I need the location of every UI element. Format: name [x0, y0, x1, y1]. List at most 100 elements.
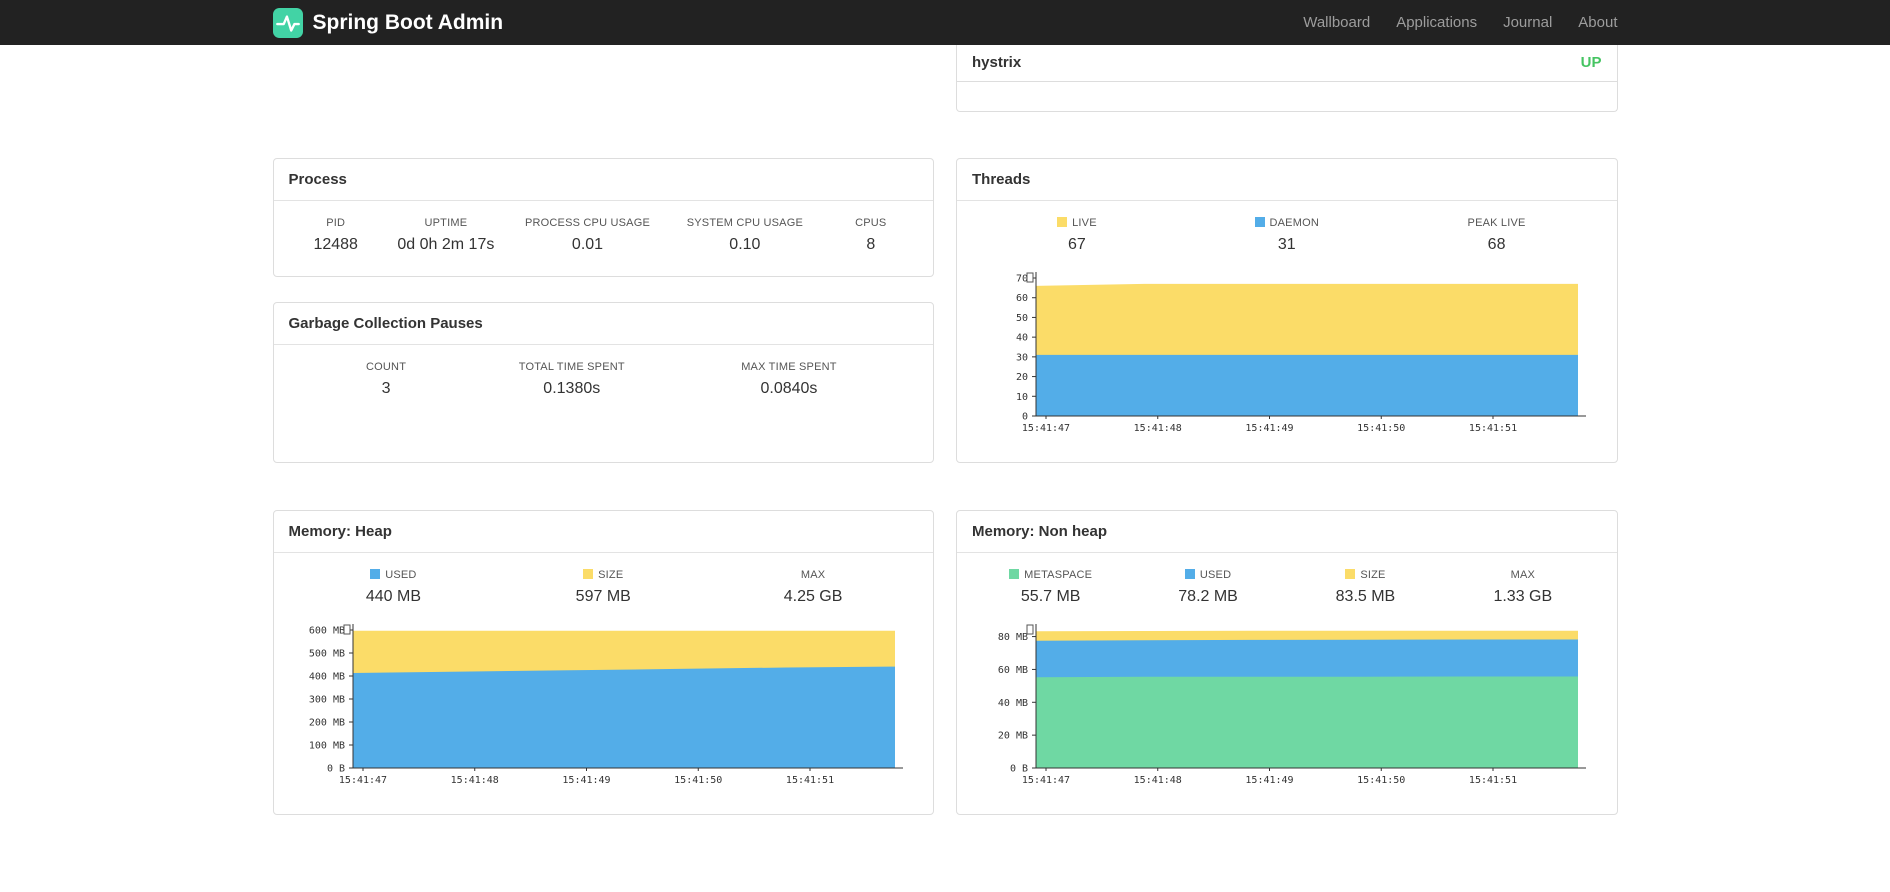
applications-panel-fragment: hystrix UP [956, 45, 1618, 112]
legend-label: USED [1199, 569, 1232, 581]
svg-text:15:41:48: 15:41:48 [1134, 423, 1182, 434]
stat-gc-total-time: TOTAL TIME SPENT 0.1380s [484, 361, 660, 398]
legend-label: DAEMON [1269, 217, 1319, 229]
legend-label: SIZE [598, 569, 624, 581]
application-row-hystrix[interactable]: hystrix UP [957, 45, 1617, 82]
left-column: Process PID 12488 UPTIME 0d 0h 2m 17s PR… [272, 158, 934, 463]
legend-color-swatch [1345, 569, 1356, 579]
main-content: hystrix UP Process PID 12488 UPTIME 0d 0… [272, 45, 1618, 815]
threads-legend: LIVE 67 DAEMON 31 PEAK LIVE 68 [972, 217, 1602, 254]
stat-value: 0.0840s [760, 380, 818, 397]
stat-value: 3 [381, 380, 391, 397]
svg-text:60: 60 [1016, 293, 1028, 304]
nonheap-legend: METASPACE 55.7 MB USED 78.2 MB SIZE 83.5… [972, 569, 1602, 606]
brand-title: Spring Boot Admin [312, 10, 504, 34]
gc-stats: COUNT 3 TOTAL TIME SPENT 0.1380s MAX TIM… [289, 361, 919, 398]
svg-text:50: 50 [1016, 313, 1028, 324]
legend-color-swatch [1254, 217, 1265, 227]
stat-label: MAX TIME SPENT [741, 361, 837, 373]
svg-text:20 MB: 20 MB [998, 731, 1028, 742]
legend-label: PEAK LIVE [1467, 217, 1526, 229]
brand-link[interactable]: Spring Boot Admin [272, 7, 504, 38]
nav-links: Wallboard Applications Journal About [1290, 14, 1617, 31]
svg-text:300 MB: 300 MB [308, 695, 344, 706]
nav-item-wallboard[interactable]: Wallboard [1290, 14, 1383, 31]
stat-gc-max-time: MAX TIME SPENT 0.0840s [660, 361, 918, 398]
svg-text:15:41:49: 15:41:49 [1245, 423, 1293, 434]
svg-text:15:41:51: 15:41:51 [1469, 423, 1517, 434]
stat-label: TOTAL TIME SPENT [518, 361, 625, 373]
nav-item-about[interactable]: About [1565, 14, 1617, 31]
svg-text:400 MB: 400 MB [308, 672, 344, 683]
stat-value: 12488 [313, 236, 358, 253]
heap-panel: Memory: Heap USED 440 MB SIZE 597 MB MAX… [272, 510, 934, 815]
stat-label: COUNT [366, 361, 407, 373]
stat-value: 8 [866, 236, 876, 253]
stat-value: 0.01 [571, 236, 604, 253]
legend-value: 4.25 GB [783, 588, 843, 605]
stat-label: UPTIME [424, 217, 468, 229]
legend-label: MAX [800, 569, 826, 581]
svg-text:40: 40 [1016, 333, 1028, 344]
legend-color-swatch [370, 569, 381, 579]
svg-text:40 MB: 40 MB [998, 698, 1028, 709]
svg-text:10: 10 [1016, 392, 1028, 403]
svg-text:15:41:49: 15:41:49 [562, 775, 610, 786]
legend-label: SIZE [1360, 569, 1386, 581]
stat-label: PROCESS CPU USAGE [524, 217, 651, 229]
gc-panel-title: Garbage Collection Pauses [273, 303, 933, 345]
legend-value: 67 [1068, 236, 1086, 253]
stat-value: 0.10 [729, 236, 761, 253]
svg-text:15:41:50: 15:41:50 [674, 775, 722, 786]
legend-color-swatch [1184, 569, 1195, 579]
nav-item-journal[interactable]: Journal [1490, 14, 1565, 31]
threads-panel-title: Threads [957, 159, 1617, 201]
legend-color-swatch [1057, 217, 1068, 227]
svg-text:15:41:51: 15:41:51 [1469, 775, 1517, 786]
legend-item-max: MAX 4.25 GB [708, 569, 918, 606]
legend-item-used: USED 78.2 MB [1129, 569, 1286, 606]
svg-text:0: 0 [1022, 412, 1028, 423]
svg-text:15:41:50: 15:41:50 [1357, 423, 1405, 434]
panel-fragment-padding [957, 82, 1617, 111]
legend-value: 1.33 GB [1493, 588, 1553, 605]
svg-text:0 B: 0 B [1010, 764, 1028, 775]
svg-text:15:41:49: 15:41:49 [1245, 775, 1293, 786]
nav-item-applications[interactable]: Applications [1383, 14, 1490, 31]
stat-process-cpu: PROCESS CPU USAGE 0.01 [509, 217, 666, 254]
legend-item-size: SIZE 597 MB [498, 569, 708, 606]
heartbeat-logo-icon [272, 7, 303, 38]
status-badge-up: UP [1580, 54, 1602, 71]
stat-gc-count: COUNT 3 [289, 361, 484, 398]
legend-value: 597 MB [575, 588, 631, 605]
heap-legend: USED 440 MB SIZE 597 MB MAX 4.25 GB [289, 569, 919, 606]
empty-left-area [273, 45, 935, 112]
svg-text:100 MB: 100 MB [308, 741, 344, 752]
process-stats: PID 12488 UPTIME 0d 0h 2m 17s PROCESS CP… [289, 217, 919, 254]
heap-panel-title: Memory: Heap [273, 511, 933, 553]
threads-panel: Threads LIVE 67 DAEMON 31 PEAK LIVE 68 0… [956, 158, 1618, 463]
legend-label: LIVE [1072, 217, 1097, 229]
legend-item-used: USED 440 MB [289, 569, 499, 606]
svg-text:30: 30 [1016, 352, 1028, 363]
stat-label: CPUS [855, 217, 887, 229]
stat-value: 0d 0h 2m 17s [397, 236, 495, 253]
process-panel: Process PID 12488 UPTIME 0d 0h 2m 17s PR… [272, 158, 934, 277]
legend-color-swatch [1009, 569, 1020, 579]
legend-value: 78.2 MB [1178, 588, 1238, 605]
process-panel-title: Process [273, 159, 933, 201]
nonheap-area-chart: 0 B 20 MB 40 MB 60 MB 80 MB 15:41:47 15:41:48 1… [972, 620, 1602, 792]
svg-text:0 B: 0 B [326, 764, 344, 775]
legend-label: METASPACE [1024, 569, 1093, 581]
stat-system-cpu: SYSTEM CPU USAGE 0.10 [666, 217, 823, 254]
svg-text:20: 20 [1016, 372, 1028, 383]
legend-value: 68 [1487, 236, 1506, 253]
legend-item-metaspace: METASPACE 55.7 MB [972, 569, 1129, 606]
svg-text:15:41:50: 15:41:50 [1357, 775, 1405, 786]
legend-item-peak-live: PEAK LIVE 68 [1392, 217, 1602, 254]
legend-value: 440 MB [365, 588, 421, 605]
svg-text:200 MB: 200 MB [308, 718, 344, 729]
legend-value: 31 [1277, 236, 1296, 253]
legend-item-size: SIZE 83.5 MB [1287, 569, 1444, 606]
legend-item-daemon: DAEMON 31 [1182, 217, 1392, 254]
